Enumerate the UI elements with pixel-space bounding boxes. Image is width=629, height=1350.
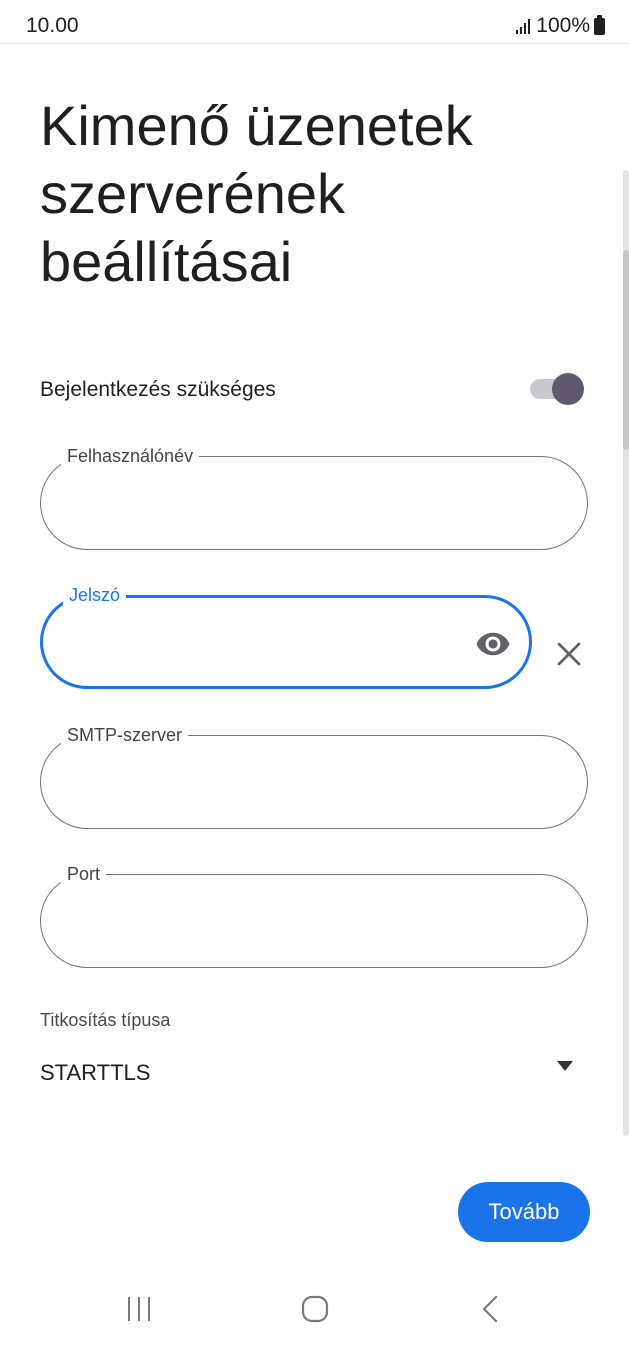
- port-label: Port: [61, 863, 107, 885]
- toggle-knob: [552, 373, 584, 405]
- username-field[interactable]: Felhasználónév: [40, 445, 588, 550]
- password-field[interactable]: Jelszó: [40, 584, 532, 689]
- battery-icon: [594, 14, 605, 35]
- recents-icon[interactable]: [114, 1284, 164, 1334]
- login-required-toggle[interactable]: [530, 373, 584, 405]
- page-title: Kimenő üzenetek szerverének beállításai: [40, 94, 473, 293]
- status-time: 10.00: [26, 14, 79, 37]
- port-field[interactable]: Port: [40, 863, 588, 968]
- status-bar: 10.00 100%: [0, 0, 629, 44]
- back-icon[interactable]: [466, 1284, 516, 1334]
- status-indicators: 100%: [516, 14, 605, 38]
- username-input[interactable]: [65, 483, 499, 521]
- close-icon[interactable]: [554, 639, 584, 669]
- login-required-row[interactable]: Bejelentkezés szükséges: [40, 372, 588, 406]
- username-label: Felhasználónév: [61, 445, 200, 467]
- password-input[interactable]: [67, 624, 501, 662]
- dropdown-arrow-icon: [557, 1061, 573, 1071]
- battery-percentage: 100%: [536, 14, 590, 37]
- port-input[interactable]: [65, 901, 499, 939]
- login-required-label: Bejelentkezés szükséges: [40, 378, 276, 401]
- signal-icon: [516, 18, 531, 34]
- encryption-type-value: STARTTLS: [40, 1060, 151, 1085]
- encryption-type-label: Titkosítás típusa: [40, 1010, 171, 1030]
- next-button[interactable]: Tovább: [458, 1182, 590, 1242]
- scrollbar-thumb[interactable]: [623, 250, 629, 450]
- password-label: Jelszó: [63, 584, 127, 606]
- smtp-server-label: SMTP-szerver: [61, 724, 189, 746]
- smtp-server-input[interactable]: [65, 762, 499, 800]
- eye-icon[interactable]: [473, 626, 513, 662]
- home-icon[interactable]: [290, 1284, 340, 1334]
- smtp-server-field[interactable]: SMTP-szerver: [40, 724, 588, 829]
- encryption-type-select[interactable]: STARTTLS: [40, 1050, 580, 1094]
- navigation-bar: [0, 1270, 629, 1350]
